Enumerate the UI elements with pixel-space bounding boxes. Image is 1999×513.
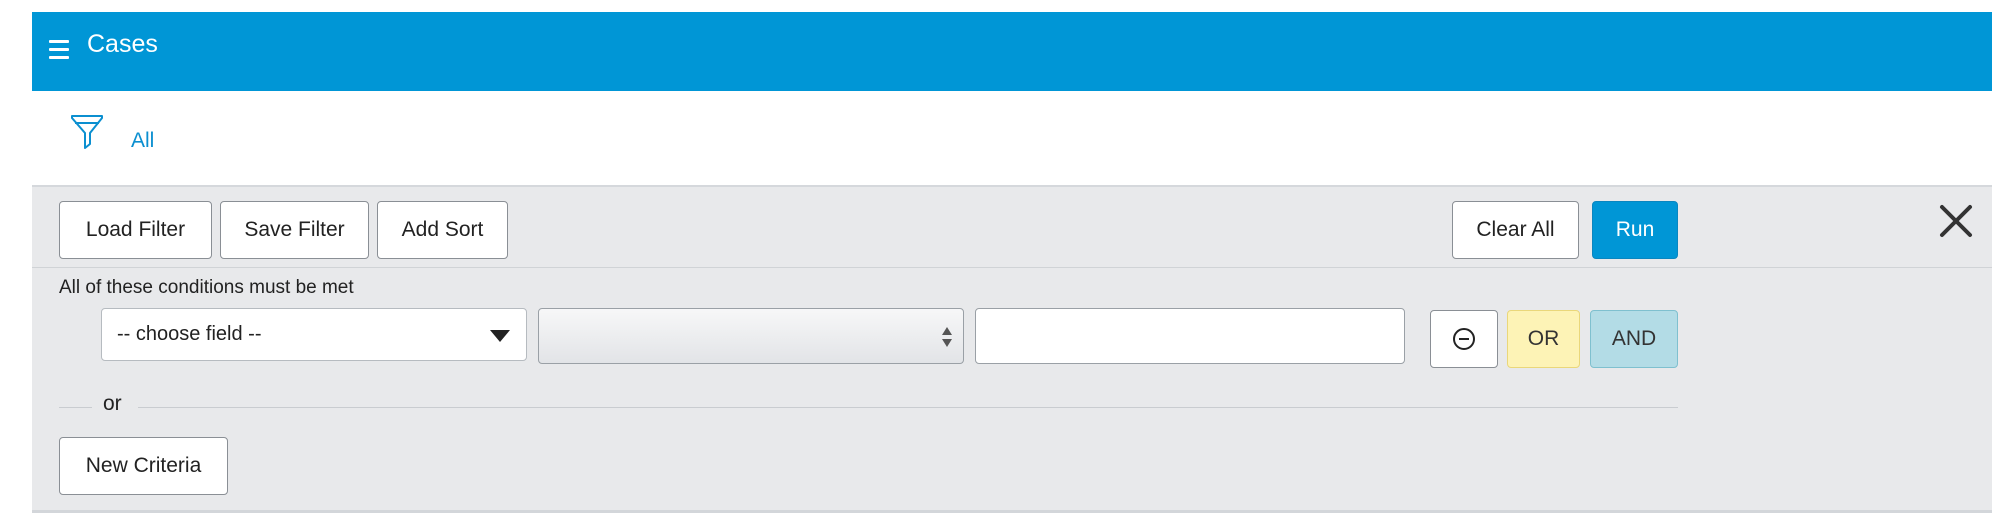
updown-arrows-icon (942, 327, 952, 347)
run-button[interactable]: Run (1592, 201, 1678, 259)
new-criteria-button[interactable]: New Criteria (59, 437, 228, 495)
hamburger-menu-icon[interactable] (49, 40, 69, 60)
toolbar-divider (32, 267, 1992, 268)
filter-name-link[interactable]: All (131, 129, 154, 153)
load-filter-button[interactable]: Load Filter (59, 201, 212, 259)
close-icon[interactable] (1938, 203, 1974, 239)
panel-header: Cases (32, 12, 1992, 91)
or-button[interactable]: OR (1507, 310, 1580, 368)
operator-select[interactable] (538, 308, 964, 364)
filter-builder: Load Filter Save Filter Add Sort Clear A… (32, 187, 1992, 513)
clear-all-button[interactable]: Clear All (1452, 201, 1579, 259)
add-sort-button[interactable]: Add Sort (377, 201, 508, 259)
separator-line-right (138, 407, 1678, 408)
separator-line-left (59, 407, 92, 408)
remove-condition-button[interactable] (1430, 310, 1498, 368)
panel-title: Cases (87, 30, 158, 58)
save-filter-button[interactable]: Save Filter (220, 201, 369, 259)
field-select[interactable]: -- choose field -- (101, 308, 527, 361)
cases-panel: Cases All Load Filter Save Filter Add So… (32, 12, 1992, 513)
field-select-value: -- choose field -- (117, 323, 262, 345)
and-button[interactable]: AND (1590, 310, 1678, 368)
conditions-label: All of these conditions must be met (59, 277, 354, 298)
value-input[interactable] (975, 308, 1405, 364)
filter-bar: All (32, 91, 1992, 187)
or-separator-label: or (103, 392, 122, 415)
chevron-down-icon (490, 330, 510, 342)
funnel-icon[interactable] (70, 113, 104, 153)
minus-circle-icon (1453, 328, 1475, 350)
